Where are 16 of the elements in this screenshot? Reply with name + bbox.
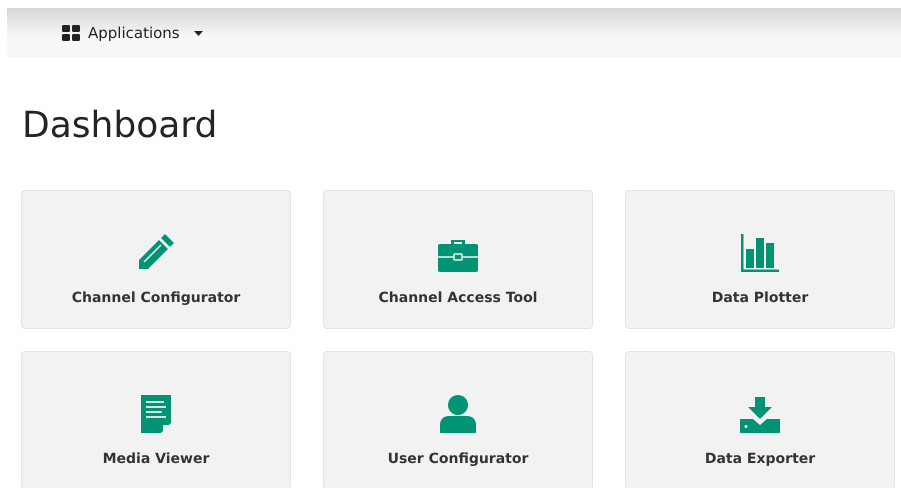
- app-tile[interactable]: Channel Access Tool: [323, 190, 593, 329]
- app-tile[interactable]: User Configurator: [323, 351, 593, 488]
- app-tile[interactable]: Data Plotter: [625, 190, 895, 329]
- briefcase-icon: [438, 238, 478, 272]
- caret-icon: [194, 30, 203, 36]
- document-icon: [141, 395, 171, 433]
- bar-chart-icon: [741, 234, 779, 272]
- app-tile[interactable]: Data Exporter: [625, 351, 895, 488]
- page-title: Dashboard: [22, 104, 218, 148]
- grid-icon: [62, 25, 80, 41]
- user-icon: [440, 395, 476, 433]
- applications-menu[interactable]: Applications: [62, 24, 203, 42]
- pencil-icon: [136, 232, 176, 272]
- app-tile[interactable]: Media Viewer: [21, 351, 291, 488]
- app-tile[interactable]: Channel Configurator: [21, 190, 291, 329]
- download-icon: [740, 397, 780, 433]
